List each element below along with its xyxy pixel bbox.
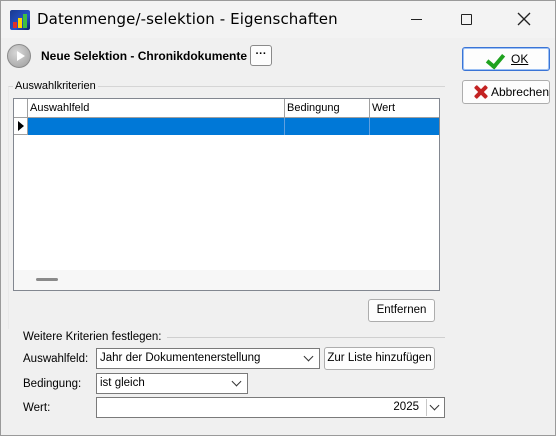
chevron-down-icon[interactable] (229, 375, 246, 392)
chevron-down-icon[interactable] (426, 399, 443, 416)
scrollbar-thumb[interactable] (36, 278, 58, 281)
title-bar: Datenmenge/-selektion - Eigenschaften (1, 1, 555, 38)
checkmark-icon (487, 51, 509, 67)
column-header-condition[interactable]: Bedingung (285, 99, 370, 118)
add-to-list-label: Zur Liste hinzufügen (327, 352, 432, 364)
cancel-x-icon (473, 84, 485, 100)
field-select-value: Jahr der Dokumentenerstellung (100, 352, 261, 364)
minimize-button[interactable] (393, 1, 439, 37)
ok-label: OK (511, 52, 529, 66)
row-indicator-icon (14, 118, 28, 135)
value-input-text: 2025 (393, 401, 419, 413)
remove-button[interactable]: Entfernen (368, 299, 435, 322)
table-row[interactable] (14, 118, 439, 135)
horizontal-scrollbar[interactable] (14, 270, 439, 290)
grid-header: Auswahlfeld Bedingung Wert (14, 99, 439, 118)
cancel-button[interactable]: Abbrechen (462, 80, 550, 104)
add-to-list-button[interactable]: Zur Liste hinzufügen (324, 347, 435, 370)
criteria-group-title: Auswahlkriterien (13, 80, 98, 92)
properties-dialog: Datenmenge/-selektion - Eigenschaften Ne… (0, 0, 556, 436)
maximize-button[interactable] (443, 1, 489, 37)
field-label: Auswahlfeld: (23, 353, 89, 365)
value-label: Wert: (23, 402, 51, 414)
condition-select[interactable]: ist gleich (96, 373, 248, 394)
condition-label: Bedingung: (23, 378, 82, 390)
row-cell-value[interactable] (370, 118, 439, 135)
condition-select-value: ist gleich (100, 377, 145, 389)
ok-button[interactable]: OK (462, 47, 550, 71)
minimize-icon (410, 18, 422, 20)
selection-title: Neue Selektion - Chronikdokumente (41, 49, 248, 63)
column-header-value[interactable]: Wert (370, 99, 439, 118)
remove-label: Entfernen (376, 304, 427, 316)
further-criteria-title: Weitere Kriterien festlegen: (23, 331, 167, 343)
value-input[interactable]: 2025 (96, 397, 445, 418)
cancel-label: Abbrechen (490, 85, 549, 99)
window-title: Datenmenge/-selektion - Eigenschaften (37, 10, 338, 28)
field-select[interactable]: Jahr der Dokumentenerstellung (96, 348, 320, 369)
close-button[interactable] (501, 1, 547, 37)
row-cell-condition[interactable] (285, 118, 370, 135)
more-button[interactable]: ··· (250, 45, 272, 66)
play-icon[interactable] (7, 44, 31, 68)
close-icon (517, 12, 531, 26)
criteria-grid[interactable]: Auswahlfeld Bedingung Wert (13, 98, 440, 291)
grid-header-corner (14, 99, 28, 118)
chevron-down-icon[interactable] (301, 350, 318, 367)
row-cell-field[interactable] (28, 118, 285, 135)
app-icon (10, 10, 30, 30)
further-divider (161, 337, 445, 338)
maximize-icon (460, 13, 472, 25)
column-header-field[interactable]: Auswahlfeld (28, 99, 285, 118)
